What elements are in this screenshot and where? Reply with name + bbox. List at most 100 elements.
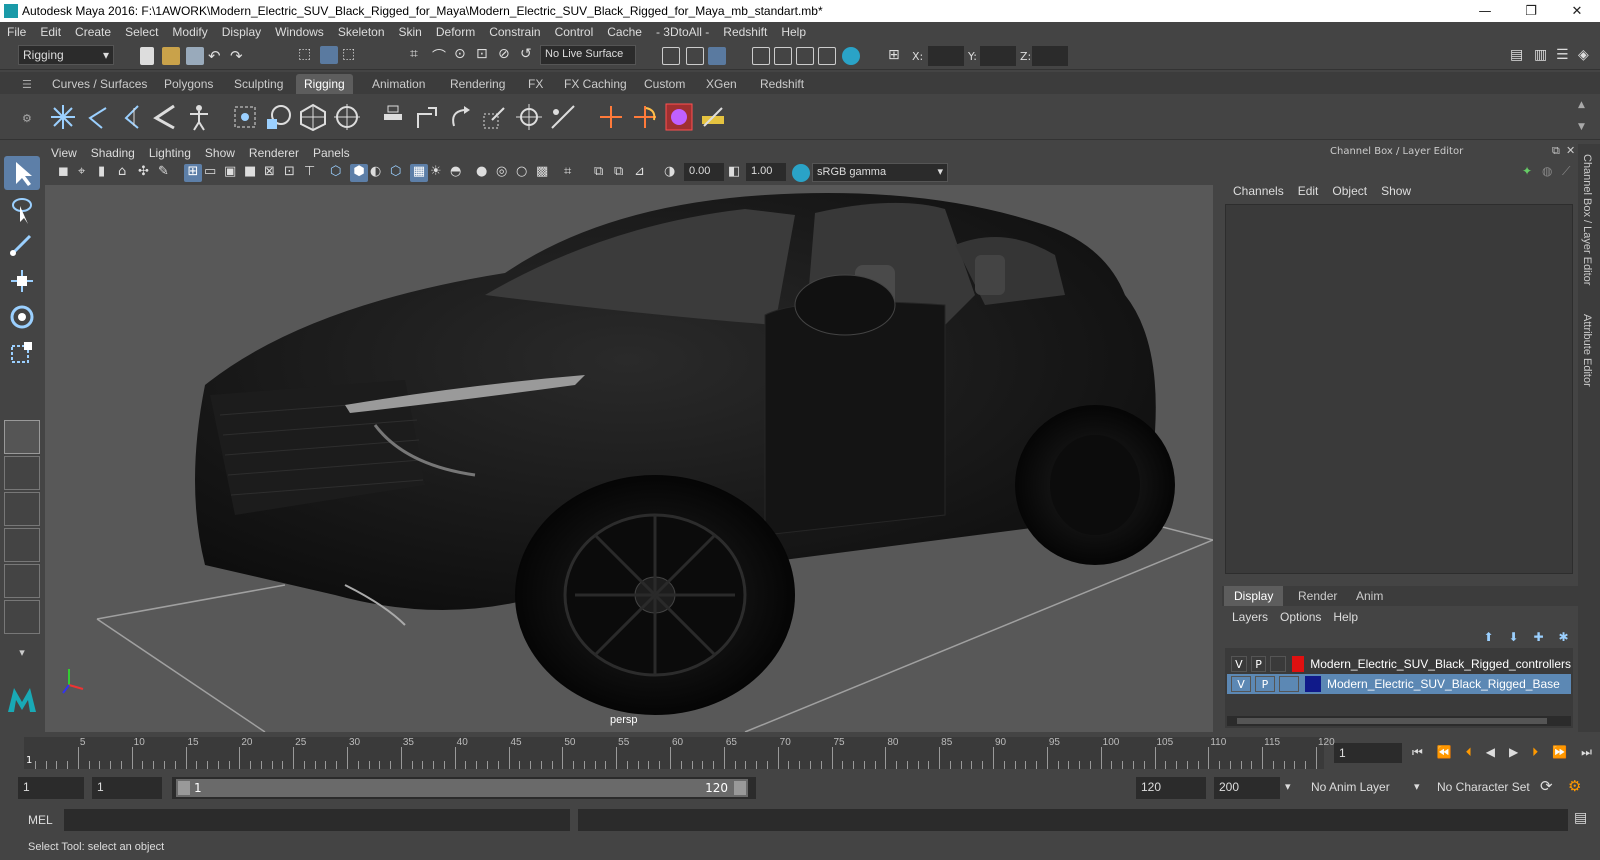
tab-polygons[interactable]: Polygons bbox=[156, 74, 221, 94]
layer-menu-layers[interactable]: Layers bbox=[1226, 610, 1274, 628]
menu-select[interactable]: Select bbox=[118, 25, 165, 39]
set-driven-key-icon[interactable] bbox=[698, 102, 728, 132]
humanik-icon[interactable] bbox=[184, 102, 214, 132]
current-frame-field[interactable]: 1 bbox=[1334, 743, 1402, 763]
lattice-icon[interactable] bbox=[298, 102, 328, 132]
menu-skin[interactable]: Skin bbox=[392, 25, 429, 39]
tab-attribute-editor[interactable]: Attribute Editor bbox=[1581, 314, 1593, 387]
point-constraint-icon[interactable] bbox=[412, 102, 442, 132]
bookmark-icon[interactable]: ▮ bbox=[98, 164, 116, 182]
tab-sculpting[interactable]: Sculpting bbox=[226, 74, 291, 94]
menu-3dtoall[interactable]: - 3DtoAll - bbox=[649, 25, 716, 39]
persp-uv-button[interactable] bbox=[4, 600, 40, 634]
layouts-menu-button[interactable]: ▾ bbox=[4, 636, 40, 670]
tab-fx[interactable]: FX bbox=[520, 74, 551, 94]
exposure-field[interactable]: 0.00 bbox=[684, 163, 724, 181]
end-time-field[interactable]: 200 bbox=[1214, 777, 1280, 799]
go-to-start-icon[interactable]: ⏮ bbox=[1412, 745, 1423, 763]
single-view-button[interactable] bbox=[4, 420, 40, 454]
vp-menu-view[interactable]: View bbox=[44, 146, 84, 160]
vp-menu-shading[interactable]: Shading bbox=[84, 146, 142, 160]
hypershade-icon[interactable] bbox=[842, 47, 860, 65]
control-icon[interactable] bbox=[630, 102, 660, 132]
chevron-down-icon[interactable]: ▾ bbox=[1414, 780, 1420, 793]
persp-outliner-button[interactable] bbox=[4, 492, 40, 526]
live-surface-field[interactable]: No Live Surface bbox=[540, 45, 636, 65]
menu-windows[interactable]: Windows bbox=[268, 25, 331, 39]
play-backwards-icon[interactable]: ◀ bbox=[1486, 745, 1495, 763]
layer-type-toggle[interactable] bbox=[1270, 656, 1287, 672]
shelf-scroll-up-icon[interactable]: ▲ bbox=[1578, 100, 1585, 110]
select-object-icon[interactable] bbox=[320, 46, 338, 64]
parent-constraint-icon[interactable] bbox=[378, 102, 408, 132]
modeling-toolkit-icon[interactable]: ▤ bbox=[1510, 47, 1528, 65]
film-gate-icon[interactable]: ▭ bbox=[204, 164, 222, 182]
render-view-icon[interactable] bbox=[752, 47, 770, 65]
cb-menu-channels[interactable]: Channels bbox=[1226, 184, 1291, 200]
menu-help[interactable]: Help bbox=[774, 25, 813, 39]
joint-tool-icon[interactable] bbox=[48, 102, 78, 132]
layer-row[interactable]: V P Modern_Electric_SUV_Black_Rigged_con… bbox=[1227, 654, 1571, 674]
new-layer-icon[interactable]: ✚ bbox=[1533, 630, 1543, 646]
cb-menu-object[interactable]: Object bbox=[1325, 184, 1374, 200]
layer-visibility-toggle[interactable]: V bbox=[1231, 676, 1251, 692]
ipr-render-icon[interactable] bbox=[796, 47, 814, 65]
start-time-field[interactable]: 1 bbox=[18, 777, 84, 799]
anim-layer-dropdown[interactable]: No Anim Layer bbox=[1306, 777, 1418, 799]
time-slider[interactable]: 5 10 15 20 25 30 35 40 45 50 55 60 65 70 75 80 85 90 95 100… bbox=[0, 735, 1600, 773]
smooth-bind-icon[interactable] bbox=[264, 102, 294, 132]
auto-key-icon[interactable]: ⟳ bbox=[1540, 777, 1553, 795]
z-field[interactable] bbox=[1032, 46, 1068, 66]
depth-of-field-icon[interactable]: ▩ bbox=[536, 164, 554, 182]
menu-create[interactable]: Create bbox=[68, 25, 118, 39]
layer-row[interactable]: V P Modern_Electric_SUV_Black_Rigged_Bas… bbox=[1227, 674, 1571, 694]
layer-menu-help[interactable]: Help bbox=[1327, 610, 1364, 628]
view-transform-dropdown[interactable]: sRGB gamma ▾ bbox=[812, 163, 948, 182]
gamma-icon[interactable]: ◧ bbox=[728, 164, 746, 182]
layer-menu-options[interactable]: Options bbox=[1274, 610, 1327, 628]
y-field[interactable] bbox=[980, 46, 1016, 66]
save-scene-icon[interactable] bbox=[186, 47, 204, 65]
close-panel-icon[interactable]: ✕ bbox=[1566, 144, 1575, 157]
camera-icon[interactable]: ◼ bbox=[58, 164, 76, 182]
menu-modify[interactable]: Modify bbox=[165, 25, 214, 39]
two-d-pan-icon[interactable]: ✣ bbox=[138, 164, 156, 182]
snap-vertex-icon[interactable]: ↺ bbox=[520, 46, 538, 64]
xray-joints-icon[interactable]: ⧉ bbox=[594, 164, 612, 182]
paint-select-button[interactable] bbox=[4, 228, 40, 262]
insert-joint-icon[interactable] bbox=[150, 102, 180, 132]
isolate-select-icon[interactable]: ⌗ bbox=[564, 164, 582, 182]
select-hierarchy-icon[interactable]: ⬚ bbox=[298, 46, 316, 64]
smooth-shade-icon[interactable]: ⬢ bbox=[350, 164, 368, 182]
vp-menu-lighting[interactable]: Lighting bbox=[142, 146, 198, 160]
channel-box-icon[interactable]: ◈ bbox=[1578, 47, 1596, 65]
new-scene-icon[interactable] bbox=[140, 47, 154, 65]
ik-spline-icon[interactable] bbox=[116, 102, 146, 132]
menuset-dropdown[interactable]: Rigging ▾ bbox=[18, 45, 114, 65]
driven-key-icon[interactable] bbox=[664, 102, 694, 132]
tab-render[interactable]: Render bbox=[1288, 586, 1347, 606]
close-button[interactable]: ✕ bbox=[1554, 0, 1600, 22]
menu-cache[interactable]: Cache bbox=[600, 25, 649, 39]
tab-fx-caching[interactable]: FX Caching bbox=[556, 74, 635, 94]
range-end-handle[interactable] bbox=[734, 781, 746, 795]
exposure-icon[interactable]: ◑ bbox=[664, 164, 682, 182]
restore-button[interactable]: ❐ bbox=[1508, 0, 1554, 22]
ik-handle-icon[interactable] bbox=[82, 102, 112, 132]
camera-attrs-icon[interactable]: ⌖ bbox=[78, 164, 96, 182]
lasso-tool-button[interactable] bbox=[4, 192, 40, 226]
menu-control[interactable]: Control bbox=[548, 25, 601, 39]
layer-color-swatch[interactable] bbox=[1305, 676, 1321, 692]
resolution-gate-icon[interactable]: ▣ bbox=[224, 164, 242, 182]
character-set-dropdown[interactable]: No Character Set bbox=[1432, 777, 1536, 799]
tab-rendering[interactable]: Rendering bbox=[442, 74, 513, 94]
vp-menu-show[interactable]: Show bbox=[198, 146, 242, 160]
locator-icon[interactable] bbox=[596, 102, 626, 132]
layer-type-toggle[interactable] bbox=[1279, 676, 1299, 692]
menu-display[interactable]: Display bbox=[215, 25, 268, 39]
safe-title-icon[interactable]: ⊤ bbox=[304, 164, 322, 182]
menu-deform[interactable]: Deform bbox=[429, 25, 482, 39]
playback-start-field[interactable]: 1 bbox=[92, 777, 162, 799]
ambient-occlusion-icon[interactable]: ● bbox=[476, 164, 494, 182]
shelf-menu-icon[interactable]: ☰ bbox=[22, 78, 32, 91]
